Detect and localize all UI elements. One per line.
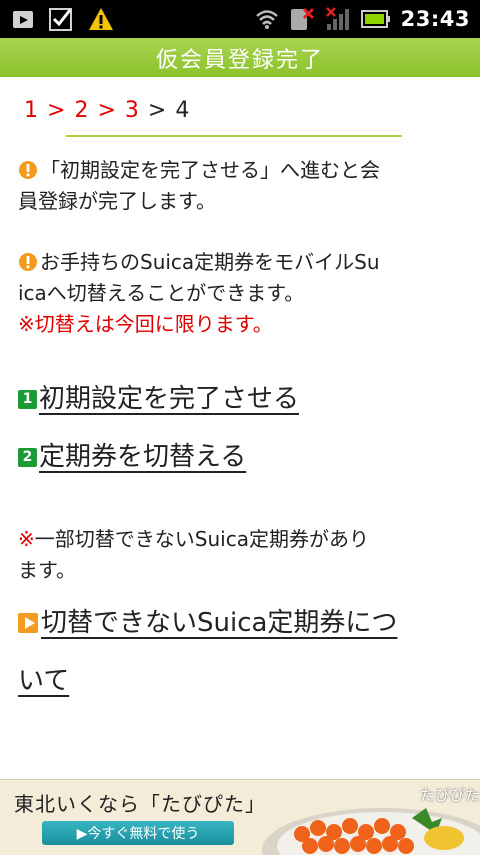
limit-note: ※切替えは今回に限ります。 [18,312,273,336]
no-sim-icon [290,7,314,30]
ad-cta-button[interactable]: ▶今すぐ無料で使う [42,821,234,845]
arrow-icon [18,613,38,633]
caution-icon [19,253,37,271]
checkbox-icon [49,8,72,31]
switch-pass-link[interactable]: 定期券を切替える [39,438,246,476]
number-2-icon: 2 [18,447,37,467]
notice-complete: 「初期設定を完了させる」へ進むと会 員登録が完了します。 [18,155,470,217]
step-3: 3 [124,98,140,123]
notice-line: 員登録が完了します。 [18,189,216,213]
notice-line: お手持ちのSuica定期券をモバイルSu [40,250,380,274]
status-bar: 23:43 [0,0,480,38]
notice-partial: ※一部切替できないSuica定期券があり ます。 [18,524,470,586]
notice-line: icaへ切替えることができます。 [18,281,305,305]
notice-line: ます。 [18,558,76,582]
caution-icon [19,161,37,179]
divider [66,135,402,137]
signal-icon [325,7,349,30]
notice-line: 「初期設定を完了させる」へ進むと会 [40,158,380,182]
step-separator: > [47,98,67,123]
complete-setup-link[interactable]: 初期設定を完了させる [39,380,299,418]
clock: 23:43 [400,7,470,31]
switch-unavailable-link[interactable]: 切替できないSuica定期券につ [41,604,397,642]
page-title: 仮会員登録完了 [155,47,324,73]
main-content: 1 >2 >3 >4 「初期設定を完了させる」へ進むと会 員登録が完了します。 お手持… [18,77,470,700]
note-mark: ※ [18,527,35,551]
link-row-switch: 2 定期券を切替える [18,438,470,476]
warning-icon [89,8,113,30]
switch-unavailable-link-cont[interactable]: いて [18,666,69,696]
ad-headline: 東北いくなら「たびぴた」 [14,792,266,816]
ad-logo: たびぴた [420,786,480,804]
step-separator: > [97,98,117,123]
wifi-icon [255,10,278,29]
link-row-unavailable: 切替できないSuica定期券につ いて [18,604,470,700]
notice-line: 一部切替できないSuica定期券があり [34,527,369,551]
step-2: 2 [74,98,90,123]
notice-switch: お手持ちのSuica定期券をモバイルSu icaへ切替えることができます。 ※切… [18,247,470,340]
title-bar: 仮会員登録完了 [0,38,480,77]
upload-icon [13,11,33,28]
step-4: 4 [175,98,191,123]
step-indicator: 1 >2 >3 >4 [18,98,470,123]
link-row-complete: 1 初期設定を完了させる [18,380,470,418]
battery-icon [360,10,390,28]
step-separator: > [147,98,168,123]
step-1: 1 [24,98,39,123]
number-1-icon: 1 [18,389,37,409]
ad-banner[interactable]: 東北いくなら「たびぴた」 ▶今すぐ無料で使う たびぴた [0,779,480,855]
